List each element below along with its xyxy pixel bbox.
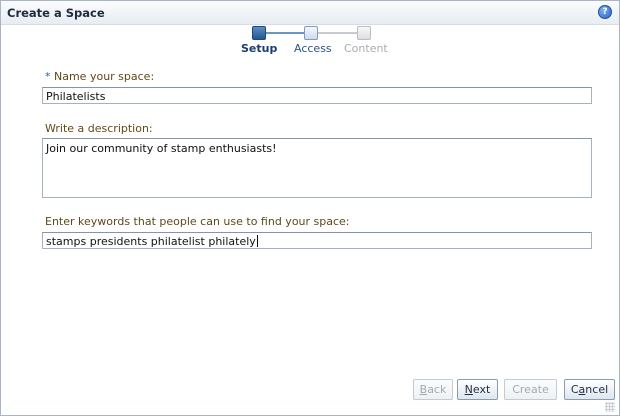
name-label-text: Name your space: xyxy=(54,70,155,83)
cancel-label-end: ncel xyxy=(585,383,609,396)
name-field-label: * Name your space: xyxy=(45,70,154,83)
step-access-label[interactable]: Access xyxy=(294,42,332,55)
step-train: Setup Access Content xyxy=(1,25,619,57)
help-icon[interactable]: ? xyxy=(598,5,612,19)
keywords-value: stamps presidents philatelist philately xyxy=(46,235,256,248)
cancel-label-start: C xyxy=(570,383,579,396)
required-marker: * xyxy=(45,70,51,83)
keywords-input[interactable]: stamps presidents philatelist philately xyxy=(42,232,592,249)
create-button[interactable]: Create xyxy=(504,379,557,400)
space-name-input[interactable]: Philatelists xyxy=(42,87,592,104)
next-mnemonic: N xyxy=(464,383,473,396)
back-label: ack xyxy=(427,383,447,396)
next-button[interactable]: Next xyxy=(457,379,498,400)
step-setup-label: Setup xyxy=(241,42,278,55)
back-button[interactable]: Back xyxy=(413,379,453,400)
step-content-indicator xyxy=(357,26,371,40)
step-connector xyxy=(313,32,359,34)
create-space-dialog: Create a Space ? Setup Access Content * … xyxy=(0,0,620,416)
description-value: Join our community of stamp enthusiasts! xyxy=(46,142,277,155)
step-access-indicator[interactable] xyxy=(304,26,318,40)
next-label: ext xyxy=(472,383,491,396)
text-caret xyxy=(256,235,258,247)
space-name-value: Philatelists xyxy=(46,90,106,103)
resize-grip[interactable] xyxy=(605,402,615,412)
step-content-label: Content xyxy=(344,42,388,55)
step-setup-indicator xyxy=(252,26,266,40)
dialog-titlebar: Create a Space ? xyxy=(1,1,619,25)
keywords-label: Enter keywords that people can use to fi… xyxy=(45,215,350,228)
description-label: Write a description: xyxy=(45,122,153,135)
dialog-title: Create a Space xyxy=(7,6,105,20)
description-textarea[interactable]: Join our community of stamp enthusiasts! xyxy=(42,138,592,198)
cancel-button[interactable]: Cancel xyxy=(564,379,615,400)
